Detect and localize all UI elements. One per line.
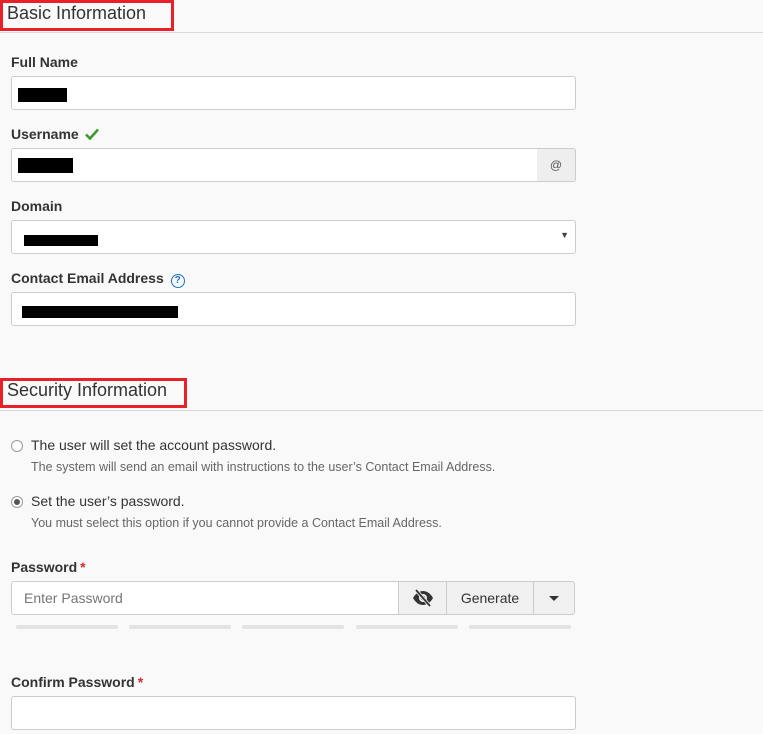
basic-information-header: Basic Information [0,0,763,33]
generate-options-dropdown[interactable] [533,581,575,615]
caret-down-icon: ▼ [560,230,569,240]
radio-button[interactable] [11,496,23,508]
password-input[interactable] [11,581,399,615]
redacted-value [18,158,73,173]
contact-email-input[interactable] [11,292,576,326]
section-title: Basic Information [7,3,147,23]
strength-segment [469,625,571,629]
caret-down-icon [549,595,559,601]
redacted-value [18,88,67,102]
strength-segment [129,625,231,629]
redacted-value [22,306,178,318]
radio-label: Set the user’s password. [31,493,185,509]
section-title: Security Information [7,380,168,400]
at-sign-addon: @ [537,148,576,182]
confirm-password-label: Confirm Password * [11,674,144,690]
confirm-password-input[interactable] [11,696,576,730]
required-marker: * [137,674,144,690]
radio-button[interactable] [11,440,23,452]
password-label: Password * [11,559,86,575]
username-label: Username [11,126,99,142]
domain-select[interactable]: ▼ [11,220,576,254]
full-name-label: Full Name [11,54,78,70]
redacted-value [24,235,98,246]
strength-segment [356,625,458,629]
password-input-group: Generate [11,581,575,615]
username-input[interactable] [11,148,538,182]
strength-segment [242,625,344,629]
radio-help-text: The system will send an email with instr… [31,460,496,474]
toggle-visibility-button[interactable] [398,581,447,615]
required-marker: * [80,559,86,575]
question-circle-icon[interactable]: ? [170,274,185,288]
full-name-input[interactable] [11,76,576,110]
radio-help-text: You must select this option if you canno… [31,516,442,530]
contact-email-label: Contact Email Address ? [11,270,185,288]
domain-label: Domain [11,198,63,214]
checkmark-icon [84,128,99,141]
radio-label: The user will set the account password. [31,437,277,453]
eye-slash-icon [412,589,433,607]
strength-segment [16,625,118,629]
security-information-header: Security Information [0,378,763,411]
generate-button[interactable]: Generate [446,581,534,615]
